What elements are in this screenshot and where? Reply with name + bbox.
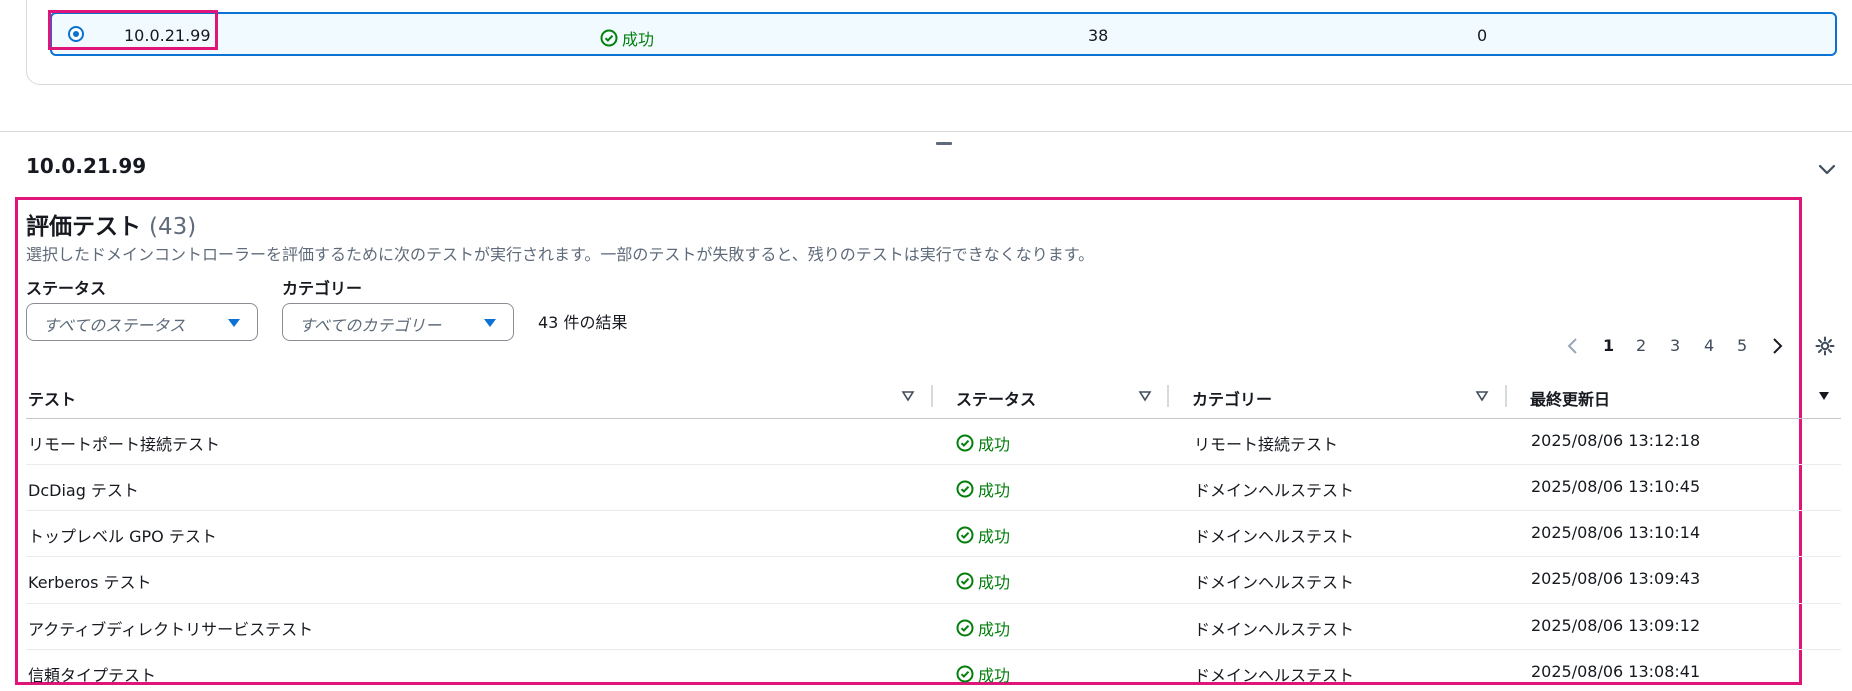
status-filter-select[interactable]: すべてのステータス xyxy=(26,303,258,341)
cell-status: 成功 xyxy=(956,616,1010,640)
check-circle-icon xyxy=(956,572,974,590)
check-circle-icon xyxy=(956,434,974,452)
cell-updated: 2025/08/06 13:08:41 xyxy=(1531,662,1701,681)
cell-test: リモートポート接続テスト xyxy=(28,435,221,454)
status-label: 成功 xyxy=(978,620,1011,639)
cell-updated: 2025/08/06 13:09:43 xyxy=(1531,569,1701,588)
cell-test: 信頼タイプテスト xyxy=(28,666,157,685)
tests-heading-text: 評価テスト xyxy=(26,214,141,240)
status-label: 成功 xyxy=(978,573,1011,592)
sort-icon[interactable] xyxy=(1138,390,1152,402)
tests-count: (43) xyxy=(149,214,197,240)
cell-updated: 2025/08/06 13:09:12 xyxy=(1531,616,1701,635)
column-separator[interactable] xyxy=(931,385,933,407)
header-divider xyxy=(26,418,1841,419)
chevron-right-icon[interactable] xyxy=(1770,336,1784,356)
category-filter-placeholder: すべてのカテゴリー xyxy=(299,316,442,335)
cell-status: 成功 xyxy=(956,523,1010,547)
section-title: 10.0.21.99 xyxy=(26,154,147,178)
category-filter-label: カテゴリー xyxy=(282,279,363,298)
cell-status: 成功 xyxy=(956,477,1010,501)
status-filter-label: ステータス xyxy=(26,279,107,298)
row-divider xyxy=(26,464,1841,465)
check-circle-icon xyxy=(956,665,974,683)
cell-test: アクティブディレクトリサービステスト xyxy=(28,620,314,639)
status-label: 成功 xyxy=(978,435,1011,454)
row-divider xyxy=(26,603,1841,604)
cell-category: ドメインヘルステスト xyxy=(1194,527,1355,546)
controller-status: 成功 xyxy=(600,26,654,50)
highlight-ip-box xyxy=(48,10,218,50)
status-filter-placeholder: すべてのステータス xyxy=(43,316,186,335)
page-2[interactable]: 2 xyxy=(1636,336,1646,355)
chevron-left-icon[interactable] xyxy=(1566,336,1580,356)
cell-test: Kerberos テスト xyxy=(28,573,152,592)
row-divider xyxy=(26,556,1841,557)
cell-category: ドメインヘルステスト xyxy=(1194,620,1355,639)
controller-status-label: 成功 xyxy=(622,30,655,49)
cell-updated: 2025/08/06 13:10:45 xyxy=(1531,477,1701,496)
page-1[interactable]: 1 xyxy=(1603,336,1614,355)
chevron-down-icon[interactable] xyxy=(1815,157,1839,181)
page-3[interactable]: 3 xyxy=(1670,336,1680,355)
check-circle-icon xyxy=(956,619,974,637)
cell-category: ドメインヘルステスト xyxy=(1194,666,1355,685)
cell-status: 成功 xyxy=(956,431,1010,455)
cell-category: リモート接続テスト xyxy=(1194,435,1339,454)
resize-handle[interactable] xyxy=(936,142,952,145)
cell-status: 成功 xyxy=(956,569,1010,593)
cell-test: DcDiag テスト xyxy=(28,481,139,500)
category-filter-select[interactable]: すべてのカテゴリー xyxy=(282,303,514,341)
cell-updated: 2025/08/06 13:10:14 xyxy=(1531,523,1701,542)
controller-failed-count: 0 xyxy=(1477,26,1488,45)
controllers-panel: 10.0.21.99 成功 38 0 xyxy=(0,0,1852,131)
column-separator[interactable] xyxy=(1505,385,1507,407)
controller-row-selected[interactable]: 10.0.21.99 成功 38 0 xyxy=(50,12,1837,56)
sort-icon[interactable] xyxy=(1475,390,1489,402)
tests-heading: 評価テスト (43) xyxy=(26,207,196,241)
gear-icon[interactable] xyxy=(1814,335,1836,357)
column-separator[interactable] xyxy=(1167,385,1169,407)
results-count: 43 件の結果 xyxy=(538,313,628,332)
page-4[interactable]: 4 xyxy=(1704,336,1714,355)
split-divider xyxy=(0,131,1852,132)
sort-icon[interactable] xyxy=(901,390,915,402)
cell-test: トップレベル GPO テスト xyxy=(28,527,217,546)
check-circle-icon xyxy=(956,480,974,498)
caret-down-icon xyxy=(484,319,496,327)
tests-description: 選択したドメインコントローラーを評価するために次のテストが実行されます。一部のテ… xyxy=(26,245,1095,264)
check-circle-icon xyxy=(956,526,974,544)
cell-category: ドメインヘルステスト xyxy=(1194,481,1355,500)
controller-passed-count: 38 xyxy=(1088,26,1109,45)
sort-descending-icon[interactable] xyxy=(1817,390,1831,402)
page-5[interactable]: 5 xyxy=(1737,336,1747,355)
status-label: 成功 xyxy=(978,481,1011,500)
column-header-test[interactable]: テスト xyxy=(28,386,76,410)
row-divider xyxy=(26,649,1841,650)
status-label: 成功 xyxy=(978,527,1011,546)
cell-status: 成功 xyxy=(956,662,1010,686)
cell-updated: 2025/08/06 13:12:18 xyxy=(1531,431,1701,450)
column-header-updated[interactable]: 最終更新日 xyxy=(1530,386,1610,410)
column-header-status[interactable]: ステータス xyxy=(956,386,1036,410)
check-circle-icon xyxy=(600,29,618,47)
row-divider xyxy=(26,510,1841,511)
caret-down-icon xyxy=(228,319,240,327)
status-label: 成功 xyxy=(978,666,1011,685)
cell-category: ドメインヘルステスト xyxy=(1194,573,1355,592)
column-header-category[interactable]: カテゴリー xyxy=(1192,386,1272,410)
